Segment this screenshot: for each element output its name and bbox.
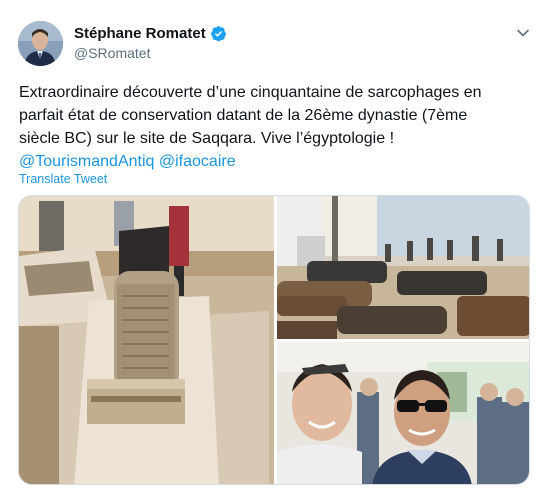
author-name-row: Stéphane Romatet <box>74 25 227 42</box>
tweet-text-line: Extraordinaire découverte d’une cinquant… <box>19 84 482 101</box>
mention-tourismandantiq[interactable]: @TourismandAntiq <box>19 153 154 170</box>
author-display-name[interactable]: Stéphane Romatet <box>74 25 206 42</box>
mention-ifaocaire[interactable]: @ifaocaire <box>159 153 236 170</box>
tweet-text: Extraordinaire découverte d’une cinquant… <box>19 81 524 173</box>
tweet-card: Stéphane Romatet @SRomatet Extraordinair… <box>0 0 546 491</box>
chevron-down-icon[interactable] <box>516 26 530 40</box>
media-grid <box>18 195 530 485</box>
tweet-mentions-line: @TourismandAntiq @ifaocaire <box>19 150 524 173</box>
avatar[interactable] <box>18 21 63 66</box>
tweet-text-line: parfait état de conservation datant de l… <box>19 107 468 124</box>
tweet-text-line: siècle BC) sur le site de Saqqara. Vive … <box>19 130 395 147</box>
photo-selfie[interactable] <box>277 342 529 484</box>
verified-badge-icon <box>210 25 227 42</box>
author-handle[interactable]: @SRomatet <box>74 45 150 61</box>
translate-tweet-link[interactable]: Translate Tweet <box>19 172 107 186</box>
photo-sarcophagi-tent[interactable] <box>277 196 529 339</box>
photo-sarcophagus-closeup[interactable] <box>19 196 274 484</box>
